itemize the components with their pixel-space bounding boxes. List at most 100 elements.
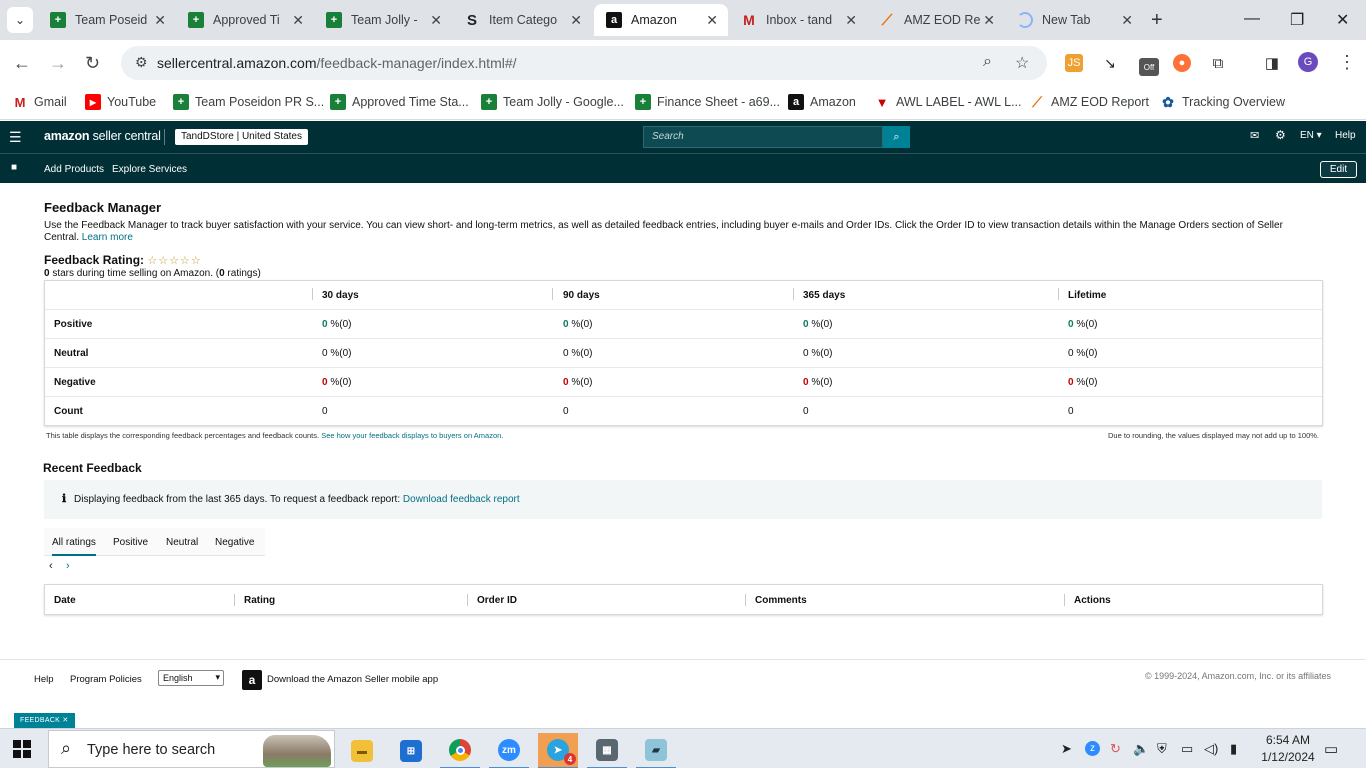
tab-inbox[interactable]: M Inbox - tand ✕: [729, 4, 867, 36]
bookmark-amazon[interactable]: a Amazon: [788, 93, 856, 111]
new-tab-button[interactable]: +: [1151, 9, 1163, 32]
bookmark-tracking-overview[interactable]: ✿ Tracking Overview: [1160, 93, 1285, 111]
footer-language-select[interactable]: English ▾: [158, 670, 224, 686]
buyer-view-link[interactable]: See how your feedback displays to buyers…: [321, 431, 503, 440]
column-header-date[interactable]: Date: [54, 595, 76, 606]
tab-approved-time[interactable]: + Approved Ti ✕: [176, 4, 314, 36]
js-extension-icon[interactable]: JS: [1065, 54, 1083, 72]
tab-team-poseidon[interactable]: + Team Poseid ✕: [38, 4, 176, 36]
tab-amz-eod[interactable]: ⟋ AMZ EOD Re ✕: [867, 4, 1005, 36]
windows-start-icon[interactable]: [13, 740, 31, 758]
sync-tray-icon[interactable]: ↻: [1110, 741, 1121, 757]
feedback-tab[interactable]: FEEDBACK ✕: [14, 713, 75, 728]
column-header-actions[interactable]: Actions: [1074, 595, 1111, 606]
close-tab-icon[interactable]: ✕: [845, 12, 857, 29]
bookmark-team-jolly[interactable]: + Team Jolly - Google...: [481, 93, 624, 111]
url-text[interactable]: sellercentral.amazon.com/feedback-manage…: [157, 55, 517, 71]
bookmark-youtube[interactable]: ▶ YouTube: [85, 93, 156, 111]
microsoft-store-icon[interactable]: ⊞: [391, 733, 431, 768]
zoom-tray-icon[interactable]: z: [1085, 741, 1100, 756]
tab-team-jolly[interactable]: + Team Jolly - ✕: [314, 4, 452, 36]
hamburger-menu-icon[interactable]: ☰: [9, 129, 22, 146]
close-tab-icon[interactable]: ✕: [706, 12, 718, 29]
tab-new-tab[interactable]: New Tab ✕: [1005, 4, 1143, 36]
bookmark-approved-time[interactable]: + Approved Time Sta...: [330, 93, 469, 111]
seller-central-logo[interactable]: amazon seller central: [44, 129, 161, 143]
mobile-app-link[interactable]: Download the Amazon Seller mobile app: [267, 674, 438, 685]
taskbar-search[interactable]: ⌕ Type here to search: [48, 730, 335, 768]
settings-gear-icon[interactable]: ⚙: [1275, 128, 1286, 142]
column-header-rating[interactable]: Rating: [244, 595, 275, 606]
learn-more-link[interactable]: Learn more: [82, 232, 133, 243]
minimize-icon[interactable]: —: [1244, 10, 1260, 28]
nav-add-products[interactable]: Add Products: [44, 164, 104, 175]
prev-page-icon[interactable]: ‹: [49, 560, 53, 572]
microphone-icon[interactable]: ▮: [1230, 741, 1237, 757]
edit-nav-button[interactable]: Edit: [1320, 161, 1357, 178]
download-report-link[interactable]: Download feedback report: [403, 494, 520, 505]
forward-icon[interactable]: →: [49, 53, 67, 74]
bookmark-star-icon[interactable]: ☆: [1015, 53, 1029, 73]
network-tray-icon[interactable]: ▭: [1181, 741, 1193, 757]
close-tab-icon[interactable]: ✕: [292, 12, 304, 29]
bookmark-awl-label[interactable]: ▼ AWL LABEL - AWL L...: [874, 93, 1022, 111]
firefox-extension-icon[interactable]: ●: [1173, 54, 1191, 72]
close-window-icon[interactable]: ✕: [1336, 10, 1349, 30]
column-header-comments[interactable]: Comments: [755, 595, 807, 606]
close-tab-icon[interactable]: ✕: [570, 12, 582, 29]
search-input[interactable]: Search: [643, 126, 883, 148]
clock-date[interactable]: 1/12/2024: [1258, 750, 1318, 764]
address-bar[interactable]: ⚙ sellercentral.amazon.com/feedback-mana…: [121, 46, 1047, 80]
file-explorer-icon[interactable]: ▬: [342, 733, 382, 768]
site-info-icon[interactable]: ⚙: [135, 54, 148, 71]
chrome-menu-icon[interactable]: ⋮: [1338, 52, 1356, 73]
tab-neutral[interactable]: Neutral: [166, 537, 198, 548]
footer-policies-link[interactable]: Program Policies: [70, 674, 142, 685]
speaker-icon[interactable]: ◁): [1204, 741, 1218, 757]
close-tab-icon[interactable]: ✕: [1121, 12, 1133, 29]
search-button[interactable]: ⌕: [883, 126, 910, 148]
column-header-order-id[interactable]: Order ID: [477, 595, 517, 606]
clock-time[interactable]: 6:54 AM: [1258, 733, 1318, 747]
extensions-puzzle-icon[interactable]: ⧉: [1209, 54, 1227, 72]
help-link[interactable]: Help: [1335, 130, 1356, 141]
bookmark-amz-eod[interactable]: ⟋ AMZ EOD Report: [1029, 93, 1149, 111]
tab-positive[interactable]: Positive: [113, 537, 148, 548]
tab-search-icon[interactable]: ⌄: [7, 7, 33, 33]
back-icon[interactable]: ←: [13, 53, 31, 74]
telegram-icon[interactable]: ➤ 4: [538, 733, 578, 768]
close-tab-icon[interactable]: ✕: [983, 12, 995, 29]
next-page-icon[interactable]: ›: [66, 560, 70, 572]
zoom-icon[interactable]: ⌕: [983, 53, 992, 71]
cursor-extension-icon[interactable]: ↘: [1101, 54, 1119, 72]
mail-icon[interactable]: ✉: [1250, 129, 1259, 142]
chrome-icon[interactable]: [440, 733, 480, 768]
restore-icon[interactable]: ❐: [1290, 10, 1304, 30]
close-tab-icon[interactable]: ✕: [154, 12, 166, 29]
zoom-app-icon[interactable]: zm: [489, 733, 529, 768]
app-window-icon[interactable]: ▰: [636, 733, 676, 768]
volume-tray-icon[interactable]: 🔈: [1133, 741, 1149, 757]
close-tab-icon[interactable]: ✕: [430, 12, 442, 29]
bookmark-finance-sheet[interactable]: + Finance Sheet - a69...: [635, 93, 780, 111]
side-panel-icon[interactable]: ◨: [1263, 54, 1281, 72]
security-tray-icon[interactable]: ⛨: [1157, 741, 1167, 757]
footer-help-link[interactable]: Help: [34, 674, 54, 685]
bookmark-gmail[interactable]: M Gmail: [12, 93, 67, 111]
telegram-tray-icon[interactable]: ➤: [1061, 741, 1072, 757]
off-extension-icon[interactable]: Off: [1139, 58, 1159, 76]
bookmark-team-poseidon[interactable]: + Team Poseidon PR S...: [173, 93, 324, 111]
language-selector[interactable]: EN ▾: [1300, 130, 1322, 141]
tab-item-category[interactable]: S Item Catego ✕: [452, 4, 592, 36]
calculator-icon[interactable]: ▦: [587, 733, 627, 768]
store-selector[interactable]: TandDStore | United States: [175, 129, 308, 145]
tab-amazon[interactable]: a Amazon ✕: [594, 4, 728, 36]
nav-explore-services[interactable]: Explore Services: [112, 164, 187, 175]
profile-avatar[interactable]: G: [1298, 52, 1318, 72]
notifications-icon[interactable]: ▭: [1324, 740, 1338, 758]
bookmark-icon[interactable]: ■: [11, 162, 17, 173]
amazon-app-icon[interactable]: a: [242, 670, 262, 690]
reload-icon[interactable]: ↻: [85, 53, 100, 74]
tab-all-ratings[interactable]: All ratings: [52, 537, 96, 556]
tab-negative[interactable]: Negative: [215, 537, 254, 548]
